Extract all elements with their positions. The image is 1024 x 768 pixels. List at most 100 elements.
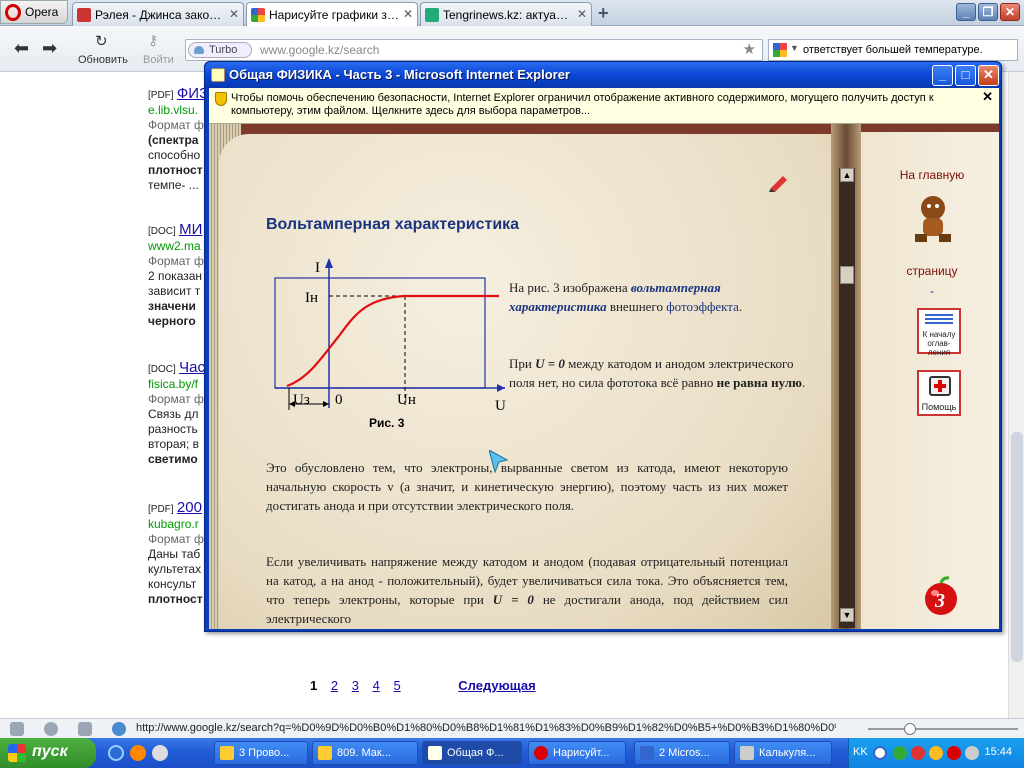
turbo-button[interactable]: Turbo (188, 42, 252, 58)
result-type-badge: [PDF] (148, 504, 174, 515)
tray-app-icon[interactable] (929, 746, 943, 760)
result-url: kubagro.r (148, 517, 199, 531)
infobar-message[interactable]: Чтобы помочь обеспечению безопасности, I… (231, 92, 971, 118)
paragraph-explanation: Это обусловлено тем, что электроны, вырв… (266, 460, 788, 513)
cloud-sync-icon[interactable] (44, 722, 58, 736)
media-player-icon[interactable] (152, 745, 168, 761)
close-window-icon[interactable]: ✕ (1000, 3, 1020, 21)
taskbar-button[interactable]: 3 Прово... (214, 741, 308, 765)
new-tab-icon[interactable]: + (598, 3, 609, 24)
status-bar: http://www.google.kz/search?q=%D0%9D%D0%… (0, 718, 1024, 738)
section-heading: Вольтамперная характеристика (266, 216, 520, 233)
share-icon[interactable] (78, 722, 92, 736)
figure-caption: Рис. 3 (369, 416, 405, 430)
page-scrollbar[interactable] (1008, 72, 1024, 718)
list-icon (925, 314, 953, 326)
chevron-down-icon[interactable]: ▼ (790, 43, 799, 53)
network-icon[interactable] (893, 746, 907, 760)
tab-google-search[interactable]: Нарисуйте графики зав... ✕ (246, 2, 418, 26)
firefox-icon[interactable] (130, 745, 146, 761)
content-scrollbar-thumb[interactable] (840, 266, 854, 284)
origin-label: 0 (335, 392, 343, 408)
y-axis-label: I (315, 260, 320, 276)
close-icon[interactable]: ✕ (978, 65, 999, 86)
home-link-bottom[interactable]: страницу (897, 264, 967, 278)
tray-arrow-icon[interactable] (873, 746, 887, 760)
google-favicon-icon (251, 8, 265, 22)
home-link-top[interactable]: На главную (897, 168, 967, 182)
security-infobar[interactable]: Чтобы помочь обеспечению безопасности, I… (209, 88, 999, 124)
result-title-link[interactable]: 200 (177, 500, 202, 516)
next-page-link[interactable]: Следующая (458, 678, 535, 693)
close-tab-icon[interactable]: ✕ (577, 7, 587, 21)
panel-toggle-icon[interactable] (10, 722, 24, 736)
login-label[interactable]: Войти (143, 54, 174, 66)
forward-arrow-icon[interactable]: ➡ (42, 38, 57, 59)
windows-taskbar: пуск 3 Прово... 809. Мак... Общая Ф... Н… (0, 738, 1024, 768)
internet-explorer-icon[interactable] (108, 745, 124, 761)
home-mascot-icon[interactable] (909, 190, 957, 246)
term-link[interactable]: фотоэффекта (666, 299, 739, 314)
help-button[interactable]: Помощь (917, 370, 961, 416)
close-tab-icon[interactable]: ✕ (403, 7, 413, 21)
start-button[interactable]: пуск (0, 738, 96, 768)
reload-icon[interactable]: ↻ (95, 32, 108, 50)
part-number: 3 (934, 590, 945, 612)
tab-tengrinews[interactable]: Tengrinews.kz: актуаль... ✕ (420, 2, 592, 26)
pencil-icon[interactable] (769, 172, 789, 192)
language-indicator[interactable]: KK (853, 746, 868, 758)
bookmark-star-icon[interactable]: ★ (743, 40, 756, 58)
opera-tray-icon[interactable] (947, 746, 961, 760)
tab-rayleigh[interactable]: Рэлея - Джинса закон и... ✕ (72, 2, 244, 26)
page-4-link[interactable]: 4 (373, 678, 380, 693)
minimize-icon[interactable]: _ (956, 3, 976, 21)
opera-menu-button[interactable]: Opera (0, 0, 68, 24)
result-snippet: способно (148, 148, 201, 162)
result-title-link[interactable]: Час (179, 360, 205, 376)
content-scrollbar[interactable]: ▲ ▼ (839, 168, 855, 628)
zoom-slider[interactable] (868, 723, 1018, 735)
windows-logo-icon (8, 744, 26, 762)
scroll-down-icon[interactable]: ▼ (840, 608, 854, 622)
google-search-engine-icon[interactable] (773, 43, 787, 57)
taskbar-button-active[interactable]: Общая Ф... (422, 741, 522, 765)
taskbar-button[interactable]: Нарисуйт... (528, 741, 626, 765)
taskbar-button[interactable]: Калькуля... (734, 741, 832, 765)
taskbar-button-label: Нарисуйт... (553, 747, 610, 759)
apple-chapter-icon: 3 (925, 576, 957, 615)
address-url[interactable]: www.google.kz/search (260, 43, 379, 57)
page-2-link[interactable]: 2 (331, 678, 338, 693)
key-icon[interactable]: ⚷ (148, 32, 158, 49)
text-run: внешнего (606, 299, 667, 314)
restore-icon[interactable]: ❐ (978, 3, 998, 21)
page-3-link[interactable]: 3 (352, 678, 359, 693)
search-box[interactable]: ▼ ответствует большей температуре. (768, 39, 1018, 61)
maximize-icon[interactable]: □ (955, 65, 976, 86)
zoom-slider-handle[interactable] (904, 723, 916, 735)
reload-label[interactable]: Обновить (78, 54, 128, 66)
page-5-link[interactable]: 5 (393, 678, 400, 693)
address-bar[interactable]: Turbo www.google.kz/search ★ (185, 39, 763, 61)
search-result: [PDF] ФИЗ e.lib.vlsu. Формат ф (спектра … (148, 86, 208, 193)
start-label: пуск (32, 743, 68, 760)
taskbar-button[interactable]: 809. Мак... (312, 741, 418, 765)
close-tab-icon[interactable]: ✕ (229, 7, 239, 21)
ie-window-icon (211, 68, 225, 82)
result-title-link[interactable]: МИ (179, 222, 202, 238)
volume-icon[interactable] (965, 746, 979, 760)
taskbar-button[interactable]: 2 Micros... (634, 741, 730, 765)
back-arrow-icon[interactable]: ⬅ (14, 38, 29, 59)
table-of-contents-button[interactable]: К началу оглав-ления (917, 308, 961, 357)
result-snippet: значени (148, 299, 196, 313)
result-snippet: 2 показан (148, 269, 203, 283)
antivirus-icon[interactable] (911, 746, 925, 760)
search-input[interactable]: ответствует большей температуре. (803, 44, 983, 56)
ie-title-bar[interactable]: Общая ФИЗИКА - Часть 3 - Microsoft Inter… (205, 62, 1001, 88)
volt-ampere-graph: I Iн Uз 0 Uн U (274, 258, 506, 414)
minimize-icon[interactable]: _ (932, 65, 953, 86)
result-snippet: (спектра (148, 133, 199, 147)
result-snippet: зависит т (148, 284, 201, 298)
close-infobar-icon[interactable]: ✕ (982, 90, 993, 103)
scrollbar-thumb[interactable] (1011, 432, 1023, 662)
scroll-up-icon[interactable]: ▲ (840, 168, 854, 182)
